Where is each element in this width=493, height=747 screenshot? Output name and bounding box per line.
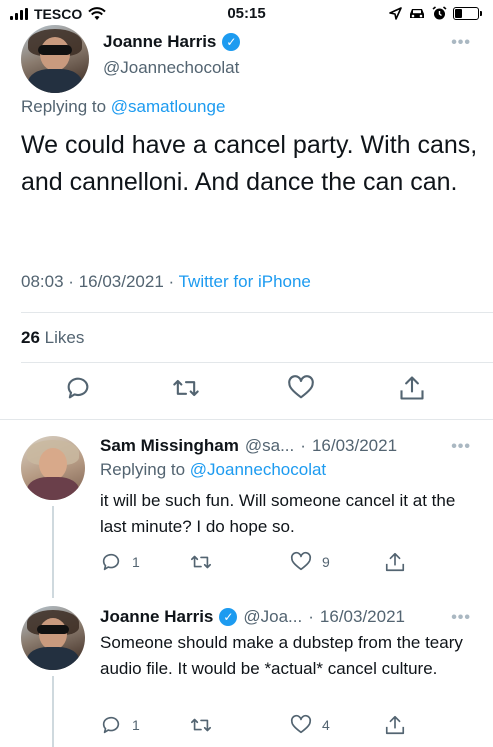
alarm-icon	[432, 6, 447, 20]
like-icon	[290, 714, 312, 734]
replying-to-mention[interactable]: @samatlounge	[111, 97, 226, 116]
reply-more-icon[interactable]: •••	[451, 609, 471, 627]
tweet-source[interactable]: Twitter for iPhone	[179, 272, 311, 291]
reply-avatar[interactable]	[21, 436, 85, 500]
reply-icon[interactable]	[64, 374, 92, 402]
divider	[21, 362, 493, 363]
likes-count-link[interactable]: 26 Likes	[21, 328, 84, 348]
likes-label: Likes	[44, 328, 85, 347]
meta-separator: ·	[168, 272, 175, 291]
tweet-date: 16/03/2021	[78, 272, 164, 291]
like-count: 9	[322, 554, 330, 570]
verified-badge-icon: ✓	[219, 608, 238, 626]
battery-level	[455, 9, 463, 18]
likes-count: 26	[21, 328, 40, 347]
divider	[21, 312, 493, 313]
reply-retweet-button[interactable]	[190, 551, 212, 573]
more-options-icon[interactable]: •••	[451, 34, 471, 52]
author-name[interactable]: Joanne Harris	[103, 32, 216, 52]
reply-header: Sam Missingham @sa... · 16/03/2021	[100, 436, 397, 456]
car-icon	[410, 9, 424, 18]
reply-avatar[interactable]	[21, 606, 85, 670]
divider	[0, 419, 493, 420]
reply-icon	[102, 716, 120, 734]
reply-reply-button[interactable]: 1	[100, 714, 140, 736]
reply-header: Joanne Harris ✓ @Joa... · 16/03/2021	[100, 607, 405, 627]
replying-to-prefix: Replying to	[100, 460, 186, 479]
verified-badge-icon: ✓	[222, 33, 241, 51]
reply-retweet-button[interactable]	[190, 714, 212, 736]
tweet-time: 08:03	[21, 272, 64, 291]
retweet-icon[interactable]	[172, 374, 200, 402]
tweet-meta: 08:03 · 16/03/2021 · Twitter for iPhone	[21, 272, 311, 292]
reply-share-button[interactable]	[384, 714, 406, 736]
battery-icon	[453, 7, 482, 20]
replying-to-prefix: Replying to	[21, 97, 107, 116]
author-avatar[interactable]	[21, 25, 89, 93]
reply-text: Someone should make a dubstep from the t…	[100, 633, 463, 678]
reply-author-handle[interactable]: @sa...	[245, 436, 294, 456]
reply-like-button[interactable]: 9	[290, 551, 330, 573]
tweet-text: We could have a cancel party. With cans,…	[21, 131, 478, 196]
reply-date: 16/03/2021	[311, 436, 398, 455]
reply-separator: ·	[300, 436, 306, 455]
reply-more-icon[interactable]: •••	[451, 438, 471, 456]
retweet-icon	[191, 718, 211, 732]
reply-actions: 1 4	[0, 714, 493, 740]
reply-like-button[interactable]: 4	[290, 714, 330, 736]
reply-actions: 1 9	[0, 551, 493, 577]
reply-reply-button[interactable]: 1	[100, 551, 140, 573]
author-name-row: Joanne Harris ✓	[103, 32, 241, 52]
reply-icon	[102, 553, 120, 571]
reply-share-button[interactable]	[384, 551, 406, 573]
like-icon[interactable]	[287, 374, 315, 402]
reply-count: 1	[132, 554, 140, 570]
status-bar: TESCO 05:15	[0, 0, 493, 30]
reply-text: it will be such fun. Will someone cancel…	[100, 491, 456, 536]
reply-author-handle[interactable]: @Joa...	[243, 607, 302, 627]
location-icon	[389, 7, 402, 20]
share-icon[interactable]	[398, 374, 426, 402]
reply-author-name[interactable]: Sam Missingham	[100, 436, 239, 456]
status-right	[389, 6, 482, 21]
replying-to-mention[interactable]: @Joannechocolat	[190, 460, 326, 479]
reply-separator: ·	[308, 607, 314, 626]
retweet-icon	[191, 555, 211, 569]
share-icon	[385, 715, 405, 735]
like-icon	[290, 551, 312, 571]
author-handle[interactable]: @Joannechocolat	[103, 58, 239, 78]
share-icon	[385, 552, 405, 572]
reply-count: 1	[132, 717, 140, 733]
reply-replying-to: Replying to @Joannechocolat	[100, 460, 326, 480]
meta-separator: ·	[68, 272, 74, 291]
reply-date: 16/03/2021	[319, 607, 405, 626]
like-count: 4	[322, 717, 330, 733]
replying-to: Replying to @samatlounge	[21, 97, 225, 117]
reply-author-name[interactable]: Joanne Harris	[100, 607, 213, 627]
tweet-actions	[0, 374, 493, 410]
